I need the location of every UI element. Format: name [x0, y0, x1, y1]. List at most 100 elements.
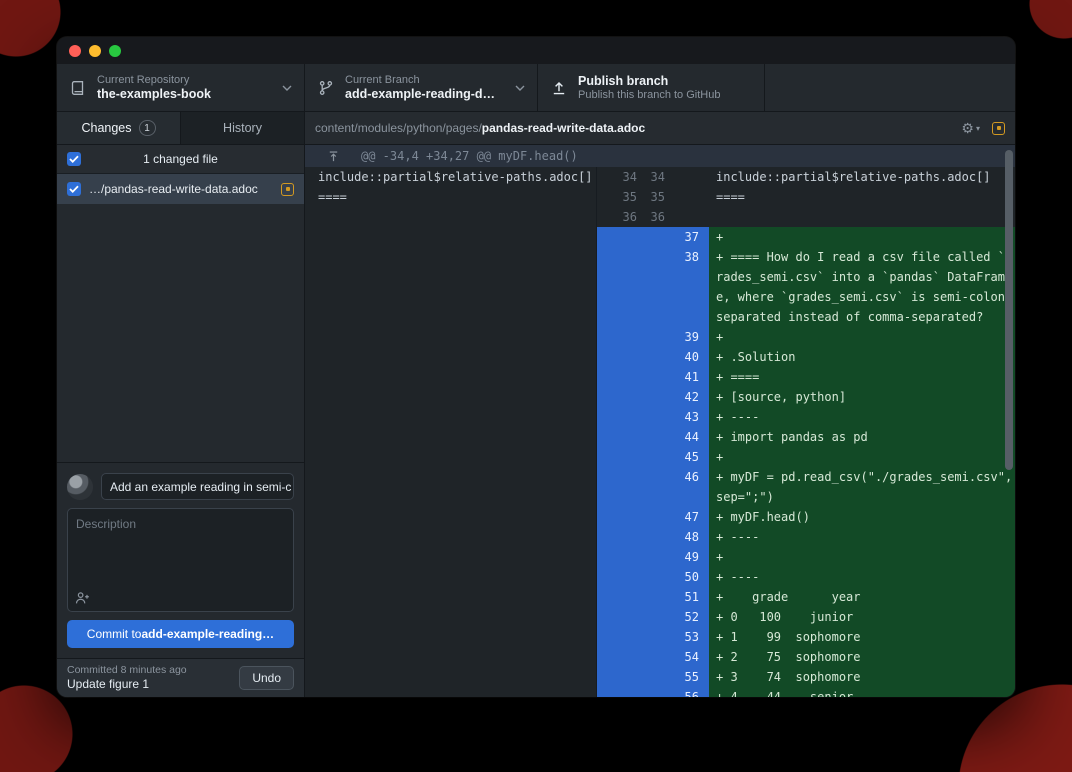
- diff-row[interactable]: 43+ ----: [305, 407, 1015, 427]
- diff-line-gutter[interactable]: 47: [597, 507, 709, 527]
- diff-row[interactable]: 38+ ==== How do I read a csv file called…: [305, 247, 1015, 327]
- diff-row[interactable]: 46+ myDF = pd.read_csv("./grades_semi.cs…: [305, 467, 1015, 507]
- diff-old-text: [305, 447, 597, 467]
- diff-line-gutter[interactable]: 46: [597, 467, 709, 507]
- diff-row[interactable]: 55+ 3 74 sophomore: [305, 667, 1015, 687]
- diff-pane: content/modules/python/pages/pandas-read…: [305, 112, 1015, 697]
- diff-line-gutter[interactable]: 40: [597, 347, 709, 367]
- diff-old-text: [305, 427, 597, 447]
- diff-old-text: [305, 387, 597, 407]
- close-window-button[interactable]: [69, 45, 81, 57]
- diff-row[interactable]: 3636: [305, 207, 1015, 227]
- commit-description-input[interactable]: Description: [67, 508, 294, 612]
- chevron-down-icon: [507, 85, 525, 91]
- current-repository-name: the-examples-book: [97, 87, 211, 102]
- zoom-window-button[interactable]: [109, 45, 121, 57]
- diff-old-text: [305, 227, 597, 247]
- diff-old-text: [305, 547, 597, 567]
- commit-button[interactable]: Commit to add-example-reading…: [67, 620, 294, 648]
- app-toolbar: Current Repository the-examples-book Cur…: [57, 64, 1015, 112]
- diff-row[interactable]: include::partial$relative-paths.adoc[]34…: [305, 167, 1015, 187]
- diff-line-gutter[interactable]: 45: [597, 447, 709, 467]
- diff-row[interactable]: 53+ 1 99 sophomore: [305, 627, 1015, 647]
- diff-row[interactable]: ====3535====: [305, 187, 1015, 207]
- diff-options-button[interactable]: ⚙▾: [961, 120, 980, 137]
- diff-line-gutter[interactable]: 44: [597, 427, 709, 447]
- tab-changes[interactable]: Changes 1: [57, 112, 180, 144]
- diff-file-header: content/modules/python/pages/pandas-read…: [305, 112, 1015, 145]
- gear-icon: ⚙: [961, 120, 974, 137]
- publish-branch-button[interactable]: Publish branch Publish this branch to Gi…: [538, 64, 765, 111]
- diff-old-text: [305, 467, 597, 507]
- expand-hunk-button[interactable]: [305, 150, 361, 163]
- diff-row[interactable]: 52+ 0 100 junior: [305, 607, 1015, 627]
- diff-line-gutter[interactable]: 56: [597, 687, 709, 697]
- diff-row[interactable]: 39+: [305, 327, 1015, 347]
- new-line-number: 40: [597, 347, 709, 367]
- diff-old-text: [305, 367, 597, 387]
- diff-line-gutter[interactable]: 43: [597, 407, 709, 427]
- tab-history[interactable]: History: [180, 112, 304, 144]
- new-line-number: 49: [597, 547, 709, 567]
- diff-line-gutter[interactable]: 50: [597, 567, 709, 587]
- window-titlebar[interactable]: [57, 37, 1015, 64]
- diff-line-gutter[interactable]: 3434: [597, 167, 709, 187]
- diff-line-content: + ----: [709, 407, 1015, 427]
- changed-file-row[interactable]: …/pandas-read-write-data.adoc: [57, 174, 304, 204]
- new-line-number: 44: [597, 427, 709, 447]
- user-avatar: [67, 474, 93, 500]
- diff-row[interactable]: 41+ ====: [305, 367, 1015, 387]
- diff-line-gutter[interactable]: 51: [597, 587, 709, 607]
- diff-line-gutter[interactable]: 42: [597, 387, 709, 407]
- diff-line-gutter[interactable]: 53: [597, 627, 709, 647]
- new-line-number: 55: [597, 667, 709, 687]
- changed-files-header: 1 changed file: [57, 145, 304, 174]
- include-all-checkbox[interactable]: [67, 152, 81, 166]
- current-repository-dropdown[interactable]: Current Repository the-examples-book: [57, 64, 305, 111]
- diff-line-gutter[interactable]: 41: [597, 367, 709, 387]
- diff-row[interactable]: 51+ grade year: [305, 587, 1015, 607]
- diff-row[interactable]: 49+: [305, 547, 1015, 567]
- diff-row[interactable]: 56+ 4 44 senior: [305, 687, 1015, 697]
- diff-row[interactable]: 45+: [305, 447, 1015, 467]
- diff-old-text: ====: [305, 187, 597, 207]
- file-list-empty-area: [57, 204, 304, 462]
- diff-line-gutter[interactable]: 49: [597, 547, 709, 567]
- diff-row[interactable]: 47+ myDF.head(): [305, 507, 1015, 527]
- diff-row[interactable]: 54+ 2 75 sophomore: [305, 647, 1015, 667]
- commit-button-prefix: Commit to: [87, 627, 142, 641]
- diff-line-gutter[interactable]: 52: [597, 607, 709, 627]
- diff-line-gutter[interactable]: 54: [597, 647, 709, 667]
- diff-row[interactable]: 42+ [source, python]: [305, 387, 1015, 407]
- diff-row[interactable]: 37+: [305, 227, 1015, 247]
- scrollbar-thumb[interactable]: [1005, 150, 1013, 470]
- diff-row[interactable]: 50+ ----: [305, 567, 1015, 587]
- diff-line-gutter[interactable]: 3535: [597, 187, 709, 207]
- repo-icon: [69, 79, 87, 97]
- diff-line-content: ====: [709, 187, 1015, 207]
- changed-files-count-label: 1 changed file: [81, 152, 280, 166]
- diff-line-gutter[interactable]: 39: [597, 327, 709, 347]
- minimize-window-button[interactable]: [89, 45, 101, 57]
- diff-hunk-header-text: @@ -34,4 +34,27 @@ myDF.head(): [361, 149, 578, 163]
- current-branch-dropdown[interactable]: Current Branch add-example-reading-d…: [305, 64, 538, 111]
- commit-summary-input[interactable]: Add an example reading in semi-c: [101, 473, 294, 500]
- diff-line-gutter[interactable]: 37: [597, 227, 709, 247]
- current-branch-label: Current Branch: [345, 74, 495, 87]
- add-coauthor-icon[interactable]: [75, 591, 90, 605]
- diff-row[interactable]: 48+ ----: [305, 527, 1015, 547]
- diff-row[interactable]: 40+ .Solution: [305, 347, 1015, 367]
- diff-line-content: + myDF = pd.read_csv("./grades_semi.csv"…: [709, 467, 1015, 507]
- new-line-number: 37: [597, 227, 709, 247]
- diff-line-gutter[interactable]: 38: [597, 247, 709, 327]
- diff-line-gutter[interactable]: 55: [597, 667, 709, 687]
- tab-changes-label: Changes: [81, 121, 131, 135]
- undo-button[interactable]: Undo: [239, 666, 294, 690]
- last-commit-message: Update figure 1: [67, 677, 239, 692]
- file-include-checkbox[interactable]: [67, 182, 81, 196]
- diff-old-text: [305, 607, 597, 627]
- changes-sidebar: Changes 1 History 1 changed file: [57, 112, 305, 697]
- diff-row[interactable]: 44+ import pandas as pd: [305, 427, 1015, 447]
- diff-line-gutter[interactable]: 48: [597, 527, 709, 547]
- diff-line-gutter[interactable]: 3636: [597, 207, 709, 227]
